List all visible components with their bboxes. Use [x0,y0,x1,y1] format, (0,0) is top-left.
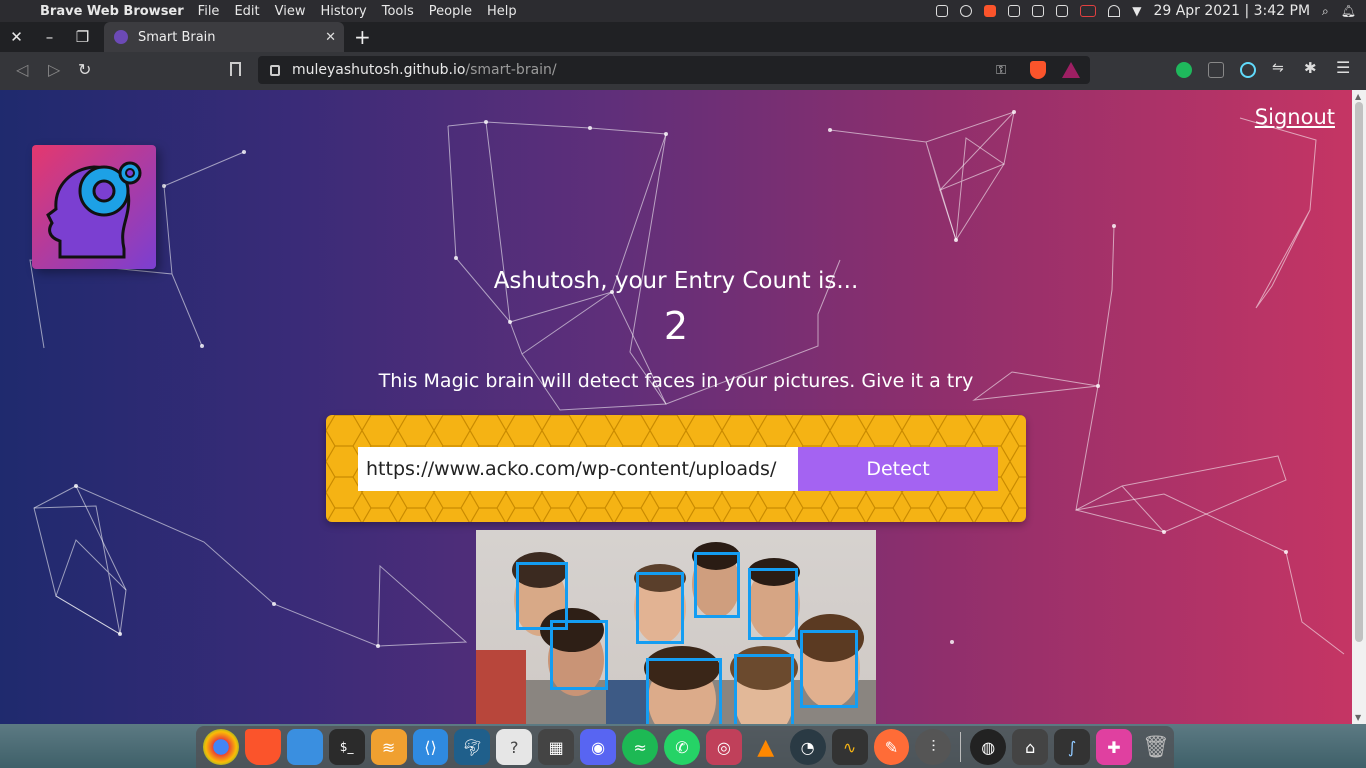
reload-icon[interactable]: ↻ [78,60,91,79]
menu-view[interactable]: View [275,4,306,19]
menu-help[interactable]: Help [487,4,517,19]
mysql-workbench-icon[interactable]: 🐬︎ [454,729,491,765]
app-name[interactable]: Brave Web Browser [40,4,184,19]
lock-icon[interactable] [270,64,280,76]
drawing-icon[interactable]: ∫ [1054,729,1091,765]
vlc-icon[interactable]: ▲ [748,729,784,765]
sublime-icon[interactable]: ≋ [370,729,407,765]
menu-people[interactable]: People [429,4,472,19]
menu-history[interactable]: History [320,4,366,19]
photo-icon[interactable]: ✚ [1096,729,1132,765]
record-icon[interactable] [960,5,973,17]
extensions-puzzle-icon[interactable]: ✱ [1304,59,1320,77]
tab-close-icon[interactable]: ✕ [325,30,336,45]
back-icon[interactable]: ◁ [16,60,28,79]
trash-icon[interactable]: 🗑︎ [1138,729,1174,765]
favicon-icon [114,30,128,44]
scroll-down-icon[interactable]: ▼ [1355,713,1361,722]
os-menubar: Brave Web Browser File Edit View History… [0,0,1366,22]
brave-tray-icon[interactable] [984,5,997,17]
terminal-icon[interactable]: $_ [328,729,365,765]
extension-grammarly-icon[interactable] [1176,62,1192,78]
brave-icon[interactable] [244,729,281,765]
face-box [800,630,858,708]
extension-json-icon[interactable] [1208,62,1224,78]
chrome-icon[interactable] [203,729,239,765]
menu-hamburger-icon[interactable]: ☰ [1336,58,1352,77]
browser-toolbar: ◁ ▷ ↻ muleyashutosh.github.io/smart-brai… [0,52,1366,90]
brain-logo [32,145,156,269]
system-monitor-icon[interactable]: ∿ [831,729,868,765]
dock-separator [960,732,962,762]
discord-icon[interactable]: ◉ [580,729,617,765]
calculator-icon[interactable]: ▦ [538,729,575,765]
key-icon[interactable]: ⚿ [996,63,1006,78]
extension-react-icon[interactable] [1240,62,1256,78]
spotify-icon[interactable]: ≈ [622,729,658,765]
dropbox-icon[interactable] [936,5,949,17]
tab-strip: ✕ – ❐ Smart Brain ✕ + [0,22,1366,52]
camera-icon[interactable]: ◎ [705,729,742,765]
image-url-input[interactable] [358,447,798,491]
address-bar[interactable]: muleyashutosh.github.io/smart-brain/ ⚿ [258,56,1090,84]
tab-smart-brain[interactable]: Smart Brain ✕ [104,22,344,52]
scroll-up-icon[interactable]: ▲ [1355,92,1361,101]
extension-translate-icon[interactable]: ⇋ [1272,60,1288,76]
bookmark-icon[interactable] [230,62,241,76]
face-box [734,654,794,724]
menu-tools[interactable]: Tools [382,4,414,19]
system-tray: ▼ 29 Apr 2021 | 3:42 PM ⌕ 🔔︎ [936,0,1356,22]
face-box [550,620,608,690]
help-icon[interactable]: ? [496,729,533,765]
detect-button[interactable]: Detect [798,447,998,491]
image-link-form: Detect [326,415,1026,522]
window-minimize-icon[interactable]: – [33,28,66,46]
entry-count-label: Ashutosh, your Entry Count is... [493,268,859,294]
entry-count-value: 2 [663,304,689,348]
forward-icon[interactable]: ▷ [48,60,60,79]
chevron-down-icon[interactable]: ▼ [1132,4,1141,18]
scrollbar-thumb[interactable] [1355,102,1363,642]
menu-file[interactable]: File [198,4,220,19]
files-icon[interactable] [286,729,323,765]
menu-edit[interactable]: Edit [234,4,259,19]
face-box [636,572,684,644]
volume-icon[interactable] [1056,5,1069,17]
search-icon[interactable]: ⌕ [1322,4,1329,19]
screenshot-icon[interactable]: ⌂ [1012,729,1049,765]
clock[interactable]: 29 Apr 2021 | 3:42 PM [1153,3,1310,19]
vscode-icon[interactable]: ⟨⟩ [412,729,449,765]
brave-shields-icon[interactable] [1030,61,1046,79]
face-detection-image [476,530,876,724]
smart-brain-page: Signout Ashutosh, your Entry Count is...… [0,90,1352,724]
wifi-icon[interactable] [1108,5,1121,17]
brave-rewards-icon[interactable] [1062,62,1080,78]
postman-icon[interactable]: ✎ [873,729,910,765]
dock: $_ ≋ ⟨⟩ 🐬︎ ? ▦ ◉ ≈ ✆ ◎ ▲ ◔ ∿ ✎ ⫶ ◍ ⌂ ∫ ✚… [196,726,1174,768]
obs-icon[interactable]: ◍ [970,729,1007,765]
page-scrollbar[interactable]: ▲ ▼ [1352,90,1366,724]
mixer-icon[interactable]: ⫶ [915,729,952,765]
whatsapp-icon[interactable]: ✆ [663,729,700,765]
window-restore-icon[interactable]: ❐ [66,28,99,46]
notification-icon[interactable]: 🔔︎ [1341,4,1356,18]
window-close-icon[interactable]: ✕ [0,28,33,46]
face-box [646,658,722,724]
face-box [748,568,798,640]
speedometer-icon[interactable]: ◔ [789,729,826,765]
tagline: This Magic brain will detect faces in yo… [378,370,974,392]
url-host: muleyashutosh.github.io [292,62,466,78]
url-path: /smart-brain/ [465,62,557,78]
signout-link[interactable]: Signout [1255,105,1335,129]
sync-icon[interactable] [1008,5,1021,17]
battery-icon[interactable] [1080,5,1097,17]
face-box [694,552,740,618]
new-tab-icon[interactable]: + [354,25,371,49]
clipboard-icon[interactable] [1032,5,1045,17]
tab-title: Smart Brain [138,29,216,45]
brain-gear-icon [46,161,142,259]
